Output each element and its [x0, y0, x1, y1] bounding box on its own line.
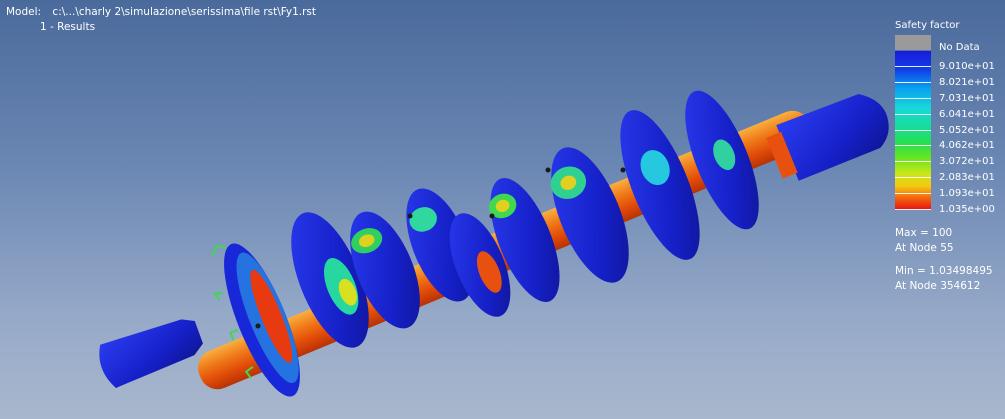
legend-tick-line: [895, 113, 931, 115]
crankshaft-model: [99, 90, 889, 397]
legend-tick-line: [895, 145, 931, 147]
model-row: Model: c:\...\charly 2\simulazione\seris…: [6, 5, 316, 20]
result-stats: Max = 100 At Node 55 Min = 1.03498495 At…: [895, 226, 993, 294]
legend-tick-label: 2.083e+01: [939, 172, 995, 184]
3d-viewport[interactable]: [0, 0, 1005, 419]
legend-tick-line: [895, 209, 931, 210]
legend-tick-label: 1.093e+01: [939, 188, 995, 200]
results-label: 1 - Results: [40, 21, 96, 33]
legend-tick-label: 6.041e+01: [939, 108, 995, 120]
legend-tick-line: [895, 161, 931, 163]
legend-tick-line: [895, 129, 931, 131]
legend-tick-label: 4.062e+01: [939, 140, 995, 152]
legend-tick-label: 5.052e+01: [939, 124, 995, 136]
model-info: Model: c:\...\charly 2\simulazione\seris…: [6, 5, 316, 35]
legend-tick-label: 9.010e+01: [939, 60, 995, 72]
legend-tick-label: 8.021e+01: [939, 76, 995, 88]
safety-factor-legend: Safety factor No Data 9.010e+01 8.021e+01…: [895, 20, 1003, 215]
max-value: Max = 100: [895, 227, 953, 239]
legend-title: Safety factor: [895, 20, 960, 31]
left-end-cone: [99, 319, 203, 388]
min-node: At Node 354612: [895, 280, 981, 292]
legend-tick-label: 7.031e+01: [939, 92, 995, 104]
color-scale-bar: [895, 51, 931, 210]
legend-tick-label: 3.072e+01: [939, 156, 995, 168]
model-label: Model:: [6, 6, 42, 18]
right-end-cone: [766, 94, 889, 181]
legend-tick-label: 1.035e+00: [939, 204, 995, 215]
legend-tick-line: [895, 193, 931, 195]
legend-tick-line: [895, 177, 931, 179]
legend-tick-line: [895, 97, 931, 99]
legend-tick-line: [895, 65, 931, 67]
no-data-label: No Data: [939, 42, 980, 53]
legend-tick-line: [895, 81, 931, 83]
max-node: At Node 55: [895, 242, 954, 254]
no-data-swatch: [895, 35, 931, 50]
model-path: c:\...\charly 2\simulazione\serissima\fi…: [52, 6, 317, 18]
min-value: Min = 1.03498495: [895, 265, 993, 277]
